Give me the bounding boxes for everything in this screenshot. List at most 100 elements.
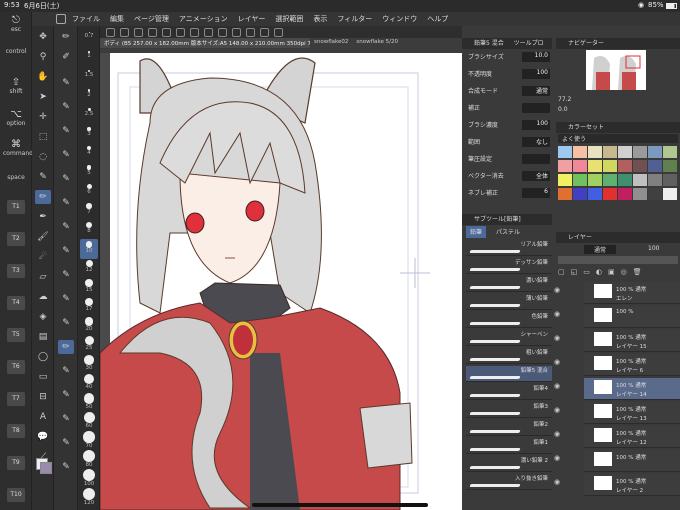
arrow-icon[interactable]: ➤	[35, 90, 51, 104]
brush-item[interactable]: 鉛筆5 混合	[466, 366, 552, 382]
brush-size-preset[interactable]: 1	[80, 49, 98, 69]
edge-key-option[interactable]: ⌥ option	[3, 110, 29, 128]
tool-property-tab[interactable]: ツールプロ	[514, 40, 544, 47]
new-vector-layer-icon[interactable]: ◱	[571, 268, 578, 278]
property-value[interactable]: 100	[522, 120, 550, 130]
blend-icon[interactable]: ☁	[35, 290, 51, 304]
brush-item[interactable]: デッサン鉛筆	[466, 258, 552, 274]
eye-icon[interactable]: ◉	[554, 358, 560, 366]
lock-icon[interactable]: ▣	[608, 268, 615, 278]
canvas-area[interactable]	[100, 53, 462, 510]
layer-row[interactable]: ◉ 100 % 通常 レイヤー 6	[554, 354, 680, 376]
color-swatch[interactable]	[663, 174, 677, 186]
custom-key-t4[interactable]: T4	[7, 296, 25, 310]
color-swatch[interactable]	[648, 146, 662, 158]
trash-icon[interactable]: 🗑	[633, 268, 642, 278]
document-tab[interactable]: ボディ (B5 257.00 x 182.00mm 版本サイズ:A5 148.0…	[100, 38, 310, 48]
app-icon[interactable]	[56, 14, 66, 24]
brush-size-preset[interactable]: 17	[80, 296, 98, 316]
brush-size-preset[interactable]: 6	[80, 182, 98, 202]
brush-item[interactable]: 鉛筆4	[466, 384, 552, 400]
color-swatch[interactable]	[588, 188, 602, 200]
eye-icon[interactable]: ◉	[554, 430, 560, 438]
eraser-icon[interactable]: ▱	[35, 270, 51, 284]
hand-icon[interactable]: ✋	[35, 70, 51, 84]
color-swatch[interactable]	[618, 146, 632, 158]
eyedropper-icon[interactable]: ✎	[35, 170, 51, 184]
brush-size-preset[interactable]: 50	[80, 391, 98, 411]
color-swatch[interactable]	[573, 188, 587, 200]
subtool-l-icon[interactable]: ✏	[58, 340, 74, 354]
move-icon[interactable]: ✥	[35, 30, 51, 44]
subtool-b-icon[interactable]: ✎	[58, 100, 74, 114]
color-swatch[interactable]	[573, 146, 587, 158]
layer-row[interactable]: ◉ 100 % 通常	[554, 450, 680, 472]
edge-key-esc[interactable]: ⎋ esc	[3, 16, 29, 34]
settings-icon[interactable]	[274, 27, 283, 37]
color-swatch[interactable]	[633, 174, 647, 186]
color-swatch[interactable]	[618, 160, 632, 172]
zoom-icon[interactable]: ⚲	[35, 50, 51, 64]
brush-size-preset[interactable]: 80	[80, 448, 98, 468]
brush-item[interactable]: 鉛筆1	[466, 438, 552, 454]
color-swatch[interactable]	[663, 146, 677, 158]
subtool-p-icon[interactable]: ✎	[58, 436, 74, 450]
color-swatch[interactable]	[558, 160, 572, 172]
opacity-slider[interactable]	[558, 256, 678, 264]
brush-item[interactable]: リアル鉛筆	[466, 240, 552, 256]
brush-size-preset[interactable]: 15	[80, 277, 98, 297]
property-value[interactable]: なし	[522, 137, 550, 147]
new-raster-layer-icon[interactable]: ▢	[558, 268, 565, 278]
select-icon[interactable]: ⬚	[35, 130, 51, 144]
gradient-icon[interactable]: ▤	[35, 330, 51, 344]
color-swatch[interactable]	[648, 188, 662, 200]
blend-mode-select[interactable]: 通常	[584, 245, 617, 254]
brush-item[interactable]: 粗い鉛筆	[466, 348, 552, 364]
menu-item[interactable]: アニメーション	[179, 14, 228, 24]
brush-size-preset[interactable]: 10	[80, 239, 98, 259]
color-swatch[interactable]	[633, 160, 647, 172]
subtool-f-icon[interactable]: ✎	[58, 196, 74, 210]
tool-property-row[interactable]: ブラシサイズ 10.0	[468, 52, 550, 63]
color-swatch[interactable]	[618, 174, 632, 186]
edge-key-space[interactable]: space	[3, 174, 29, 181]
text-icon[interactable]: A	[35, 410, 51, 424]
colorset-select[interactable]: よく使う	[558, 134, 678, 143]
deselect-icon[interactable]	[204, 27, 213, 37]
menu-item[interactable]: 選択範囲	[275, 14, 303, 24]
subtool-g-icon[interactable]: ✎	[58, 220, 74, 234]
new-folder-icon[interactable]: ▭	[583, 268, 590, 278]
custom-key-t5[interactable]: T5	[7, 328, 25, 342]
subtool-d-icon[interactable]: ✎	[58, 148, 74, 162]
edge-key-command[interactable]: ⌘ command	[3, 140, 33, 158]
brush-size-preset[interactable]: 8	[80, 220, 98, 240]
custom-key-t9[interactable]: T9	[7, 456, 25, 470]
grid-snap-icon[interactable]	[260, 27, 269, 37]
layer-opacity[interactable]: 100	[648, 245, 659, 252]
custom-key-t1[interactable]: T1	[7, 200, 25, 214]
tool-property-row[interactable]: 筆圧設定	[468, 154, 550, 165]
brush-size-preset[interactable]: 100	[80, 467, 98, 487]
layer-row[interactable]: ◉ 100 % 通常 レイヤー 13	[554, 402, 680, 424]
property-value[interactable]: 10.0	[522, 52, 550, 62]
frame-icon[interactable]: ▭	[35, 370, 51, 384]
subtool-i-icon[interactable]: ✎	[58, 268, 74, 282]
eye-icon[interactable]: ◉	[554, 286, 560, 294]
layer-row[interactable]: ◉ 100 % 通常 レイヤー 14	[554, 378, 680, 400]
property-value[interactable]	[522, 154, 550, 164]
brush-item[interactable]: 色鉛筆	[466, 312, 552, 328]
subtool-e-icon[interactable]: ✎	[58, 172, 74, 186]
custom-key-t3[interactable]: T3	[7, 264, 25, 278]
custom-key-t2[interactable]: T2	[7, 232, 25, 246]
eye-icon[interactable]: ◉	[554, 310, 560, 318]
brush-item[interactable]: 濃い鉛筆 2	[466, 456, 552, 472]
brush-size-preset[interactable]: 2	[80, 87, 98, 107]
brush-icon[interactable]: 🖌	[35, 230, 51, 244]
redo-icon[interactable]	[162, 27, 171, 37]
subtool-o-icon[interactable]: ✎	[58, 412, 74, 426]
color-swatch[interactable]	[558, 188, 572, 200]
menu-item[interactable]: ヘルプ	[427, 14, 448, 24]
menu-item[interactable]: ページ管理	[134, 14, 169, 24]
transform-icon[interactable]	[190, 27, 199, 37]
lasso-icon[interactable]: ◌	[35, 150, 51, 164]
